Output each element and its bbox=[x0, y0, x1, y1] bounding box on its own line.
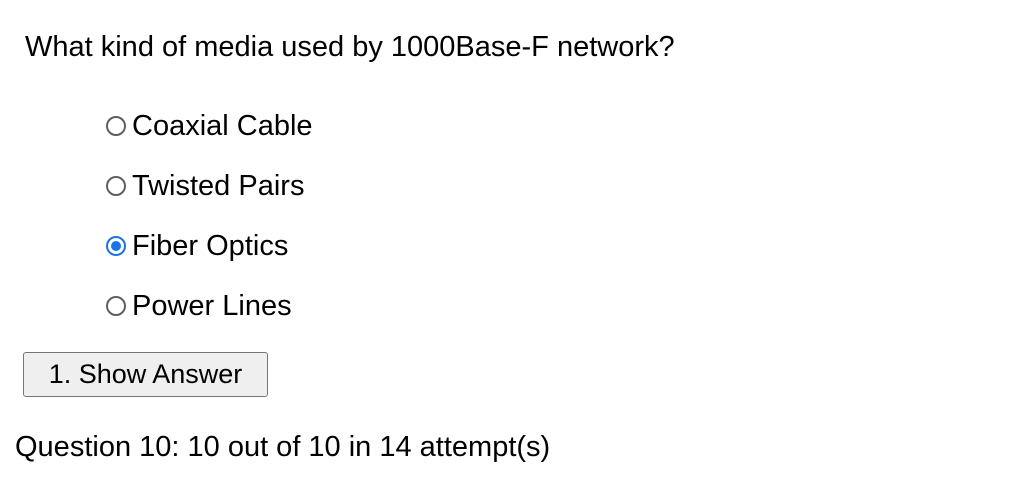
question-text: What kind of media used by 1000Base-F ne… bbox=[25, 31, 675, 63]
option-label: Twisted Pairs bbox=[132, 170, 305, 202]
score-status: Question 10: 10 out of 10 in 14 attempt(… bbox=[15, 431, 551, 463]
radio-button[interactable] bbox=[106, 116, 126, 136]
option-coaxial-cable[interactable]: Coaxial Cable bbox=[106, 104, 313, 148]
show-answer-button[interactable]: 1. Show Answer bbox=[23, 352, 268, 397]
option-label: Coaxial Cable bbox=[132, 110, 313, 142]
option-label: Fiber Optics bbox=[132, 230, 289, 262]
option-fiber-optics[interactable]: Fiber Optics bbox=[106, 224, 313, 268]
option-power-lines[interactable]: Power Lines bbox=[106, 284, 313, 328]
answer-options: Coaxial Cable Twisted Pairs Fiber Optics… bbox=[106, 104, 313, 344]
radio-button[interactable] bbox=[106, 296, 126, 316]
radio-button[interactable] bbox=[106, 176, 126, 196]
option-label: Power Lines bbox=[132, 290, 292, 322]
option-twisted-pairs[interactable]: Twisted Pairs bbox=[106, 164, 313, 208]
radio-button-checked[interactable] bbox=[106, 236, 126, 256]
